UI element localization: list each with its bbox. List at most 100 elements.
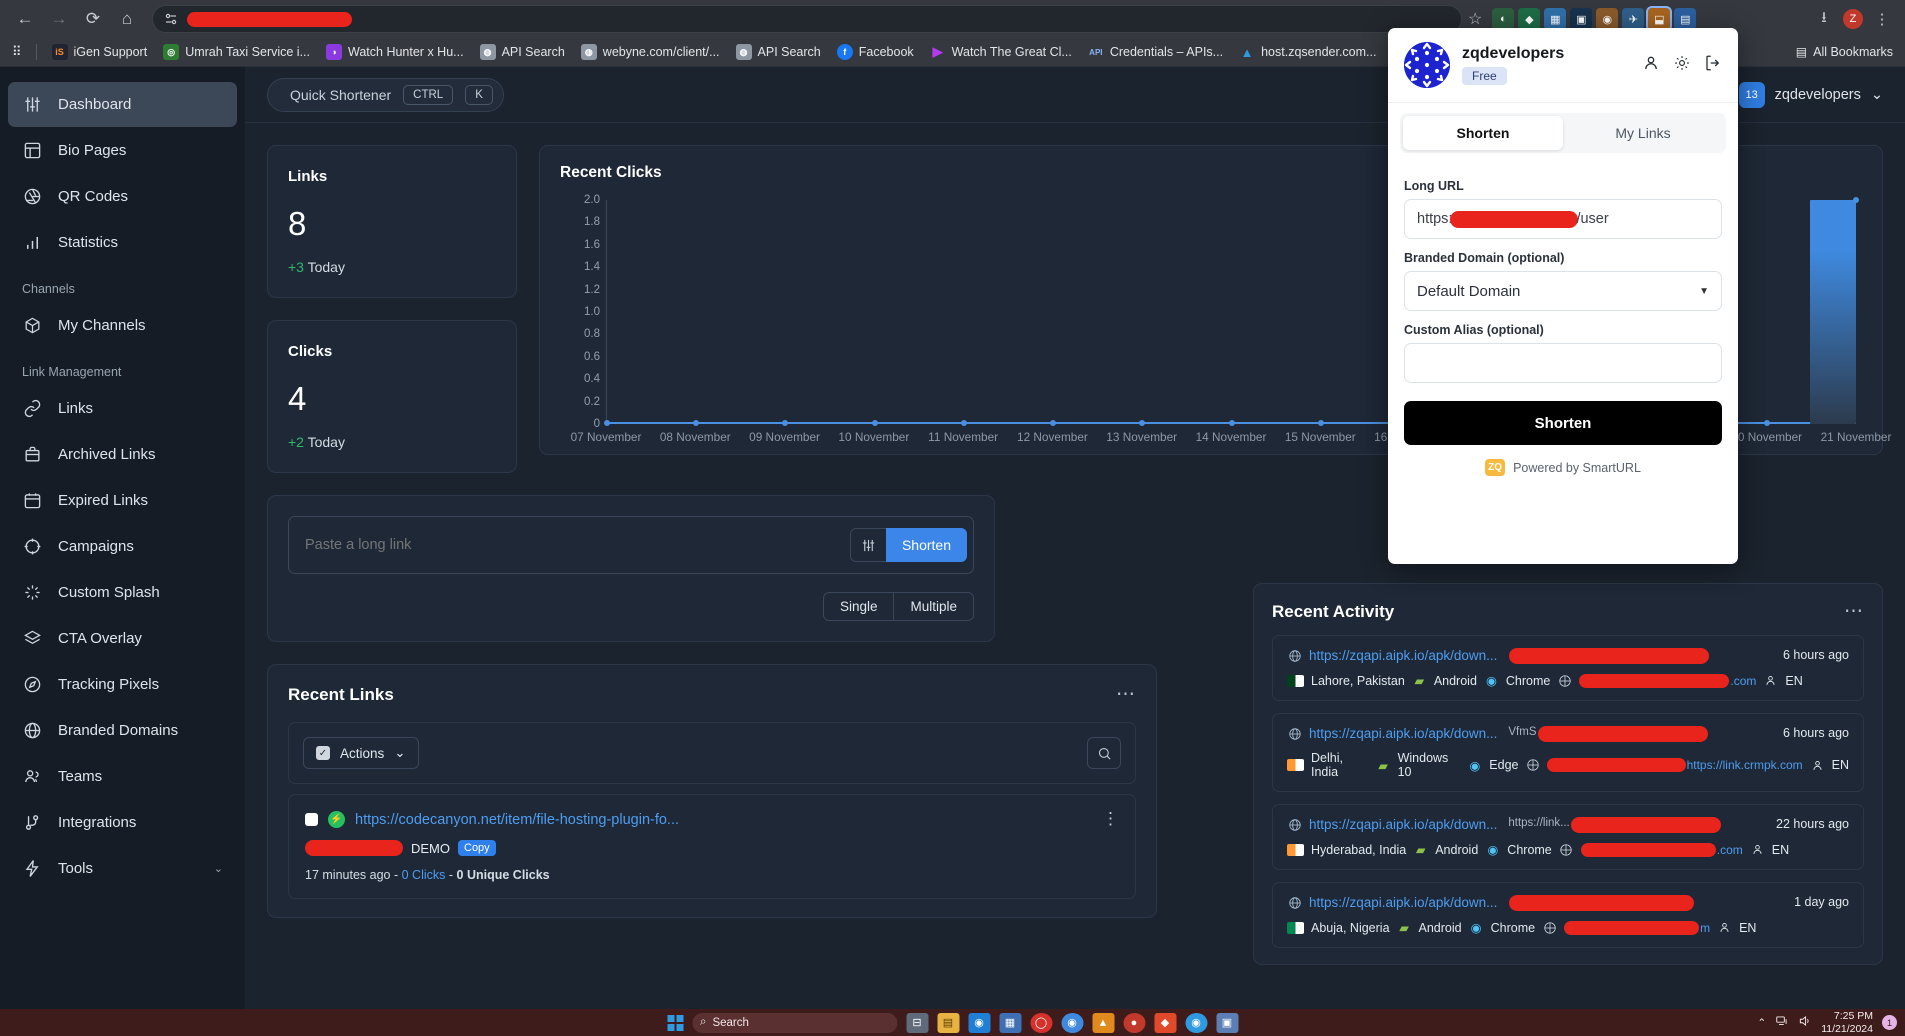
- bookmark-star-icon[interactable]: ☆: [1468, 9, 1482, 29]
- bookmark-item[interactable]: fFacebook: [830, 41, 921, 63]
- actions-dropdown[interactable]: ✓ Actions ⌄: [303, 737, 419, 769]
- chevron-up-icon[interactable]: ⌃: [1757, 1017, 1766, 1029]
- activity-location: Abuja, Nigeria: [1311, 921, 1390, 935]
- taskbar-app-chrome2[interactable]: ◉: [1185, 1013, 1207, 1033]
- long-url-redaction: [1450, 211, 1578, 228]
- network-icon[interactable]: [1775, 1014, 1789, 1031]
- row-checkbox[interactable]: [305, 813, 318, 826]
- extension-icon-0[interactable]: ◐: [1492, 8, 1514, 30]
- tab-my-links[interactable]: My Links: [1563, 116, 1723, 150]
- bookmark-item[interactable]: ◍API Search: [729, 41, 828, 63]
- sidebar-item-dashboard[interactable]: Dashboard: [8, 82, 237, 127]
- copy-button[interactable]: Copy: [458, 840, 496, 856]
- taskbar-search-box[interactable]: ⌕ Search: [692, 1013, 897, 1033]
- apps-grid-icon[interactable]: ⠿: [6, 44, 28, 60]
- bookmark-item[interactable]: ◍webyne.com/client/...: [574, 41, 727, 63]
- mode-single-button[interactable]: Single: [824, 593, 894, 620]
- extension-icon-2[interactable]: ▦: [1544, 8, 1566, 30]
- sidebar-item-qr-codes[interactable]: QR Codes: [8, 174, 237, 219]
- taskbar-app-opera[interactable]: ◯: [1030, 1013, 1052, 1033]
- recent-link-url[interactable]: https://codecanyon.net/item/file-hosting…: [355, 812, 679, 828]
- taskbar-app-red[interactable]: ◆: [1154, 1013, 1176, 1033]
- extension-icon-5[interactable]: ✈: [1622, 8, 1644, 30]
- taskbar-app-explorer[interactable]: ▤: [937, 1013, 959, 1033]
- sidebar-item-integrations[interactable]: Integrations: [8, 800, 237, 845]
- chevron-down-icon[interactable]: ⌄: [1871, 87, 1883, 103]
- branded-domain-value: Default Domain: [1417, 283, 1520, 300]
- sidebar-item-tracking-pixels[interactable]: Tracking Pixels: [8, 662, 237, 707]
- extension-icon-7[interactable]: ▤: [1674, 8, 1696, 30]
- taskbar-app-taskview[interactable]: ⊟: [906, 1013, 928, 1033]
- sidebar-item-branded-domains[interactable]: Branded Domains: [8, 708, 237, 753]
- volume-icon[interactable]: [1798, 1014, 1812, 1031]
- sidebar-item-cta-overlay[interactable]: CTA Overlay: [8, 616, 237, 661]
- notification-count-badge[interactable]: 1: [1882, 1015, 1897, 1030]
- recent-activity-menu-icon[interactable]: ⋯: [1844, 600, 1864, 623]
- bookmark-item[interactable]: ▲host.zqsender.com...: [1232, 41, 1383, 63]
- gear-icon[interactable]: [1673, 54, 1691, 77]
- taskbar-app-vlc[interactable]: ▲: [1092, 1013, 1114, 1033]
- sidebar-item-expired-links[interactable]: Expired Links: [8, 478, 237, 523]
- long-url-field[interactable]: https: /user: [1404, 199, 1722, 239]
- windows-start-icon[interactable]: [667, 1015, 683, 1031]
- shorten-button[interactable]: Shorten: [886, 528, 967, 562]
- extension-icon-1[interactable]: ◆: [1518, 8, 1540, 30]
- person-icon[interactable]: [1642, 54, 1660, 77]
- bookmark-item[interactable]: APICredentials – APIs...: [1081, 41, 1230, 63]
- notification-badge[interactable]: 13: [1739, 82, 1765, 108]
- profile-avatar[interactable]: Z: [1843, 9, 1863, 29]
- popup-shorten-button[interactable]: Shorten: [1404, 401, 1722, 445]
- downloads-icon[interactable]: ⭳: [1811, 7, 1837, 32]
- bookmark-item[interactable]: ◍API Search: [473, 41, 572, 63]
- branded-domain-select[interactable]: Default Domain ▼: [1404, 271, 1722, 311]
- bookmark-item[interactable]: ◑Watch Hunter x Hu...: [319, 41, 471, 63]
- bookmark-item[interactable]: iSiGen Support: [45, 41, 155, 63]
- sidebar-item-campaigns[interactable]: Campaigns: [8, 524, 237, 569]
- sidebar-item-tools[interactable]: Tools ⌄: [8, 846, 237, 891]
- chrome-menu-icon[interactable]: ⋮: [1869, 10, 1895, 28]
- recent-links-menu-icon[interactable]: ⋯: [1116, 683, 1136, 706]
- tab-shorten[interactable]: Shorten: [1403, 116, 1563, 150]
- reload-icon[interactable]: ⟳: [76, 4, 110, 34]
- sidebar-item-teams[interactable]: Teams: [8, 754, 237, 799]
- all-bookmarks-button[interactable]: ▤ All Bookmarks: [1796, 45, 1899, 59]
- link-clicks[interactable]: 0 Clicks: [402, 868, 446, 882]
- taskbar-app-active[interactable]: ▣: [1216, 1013, 1238, 1033]
- chevron-down-icon[interactable]: ⌄: [214, 862, 223, 875]
- bookmark-item[interactable]: ◎Umrah Taxi Service i...: [156, 41, 317, 63]
- settings-sliders-icon[interactable]: [850, 528, 886, 562]
- select-all-checkbox[interactable]: ✓: [316, 746, 330, 760]
- taskbar-clock[interactable]: 7:25 PM 11/21/2024: [1821, 1010, 1873, 1034]
- address-bar[interactable]: [152, 5, 1462, 33]
- forward-icon[interactable]: →: [42, 4, 76, 34]
- taskbar-app-edge[interactable]: ◉: [968, 1013, 990, 1033]
- sidebar-item-custom-splash[interactable]: Custom Splash: [8, 570, 237, 615]
- extension-icon-3[interactable]: ▣: [1570, 8, 1592, 30]
- taskbar-app-misc[interactable]: ●: [1123, 1013, 1145, 1033]
- extension-icon-active[interactable]: ⬓: [1648, 8, 1670, 30]
- custom-alias-field[interactable]: [1404, 343, 1722, 383]
- activity-url[interactable]: https://zqapi.aipk.io/apk/down...: [1309, 726, 1497, 741]
- mode-multiple-button[interactable]: Multiple: [893, 593, 973, 620]
- home-icon[interactable]: ⌂: [110, 4, 144, 34]
- activity-url[interactable]: https://zqapi.aipk.io/apk/down...: [1309, 817, 1497, 832]
- activity-url[interactable]: https://zqapi.aipk.io/apk/down...: [1309, 895, 1497, 910]
- account-name[interactable]: zqdevelopers: [1775, 87, 1861, 103]
- sidebar-item-my-channels[interactable]: My Channels: [8, 303, 237, 348]
- back-icon[interactable]: ←: [8, 4, 42, 34]
- taskbar-app-store[interactable]: ▦: [999, 1013, 1021, 1033]
- logout-icon[interactable]: [1704, 54, 1722, 77]
- paste-link-input[interactable]: [305, 537, 850, 553]
- extension-icon-4[interactable]: ◉: [1596, 8, 1618, 30]
- sidebar-item-statistics[interactable]: Statistics: [8, 220, 237, 265]
- quick-shortener-button[interactable]: Quick Shortener CTRL K: [267, 78, 504, 112]
- taskbar-app-chrome[interactable]: ◉: [1061, 1013, 1083, 1033]
- sidebar-item-archived-links[interactable]: Archived Links: [8, 432, 237, 477]
- bookmark-item[interactable]: ▶Watch The Great Cl...: [923, 41, 1079, 63]
- site-info-icon[interactable]: [163, 11, 179, 27]
- search-icon[interactable]: [1087, 737, 1121, 769]
- activity-url[interactable]: https://zqapi.aipk.io/apk/down...: [1309, 648, 1497, 663]
- row-menu-icon[interactable]: ⋮: [1102, 814, 1119, 824]
- sidebar-item-links[interactable]: Links: [8, 386, 237, 431]
- sidebar-item-bio-pages[interactable]: Bio Pages: [8, 128, 237, 173]
